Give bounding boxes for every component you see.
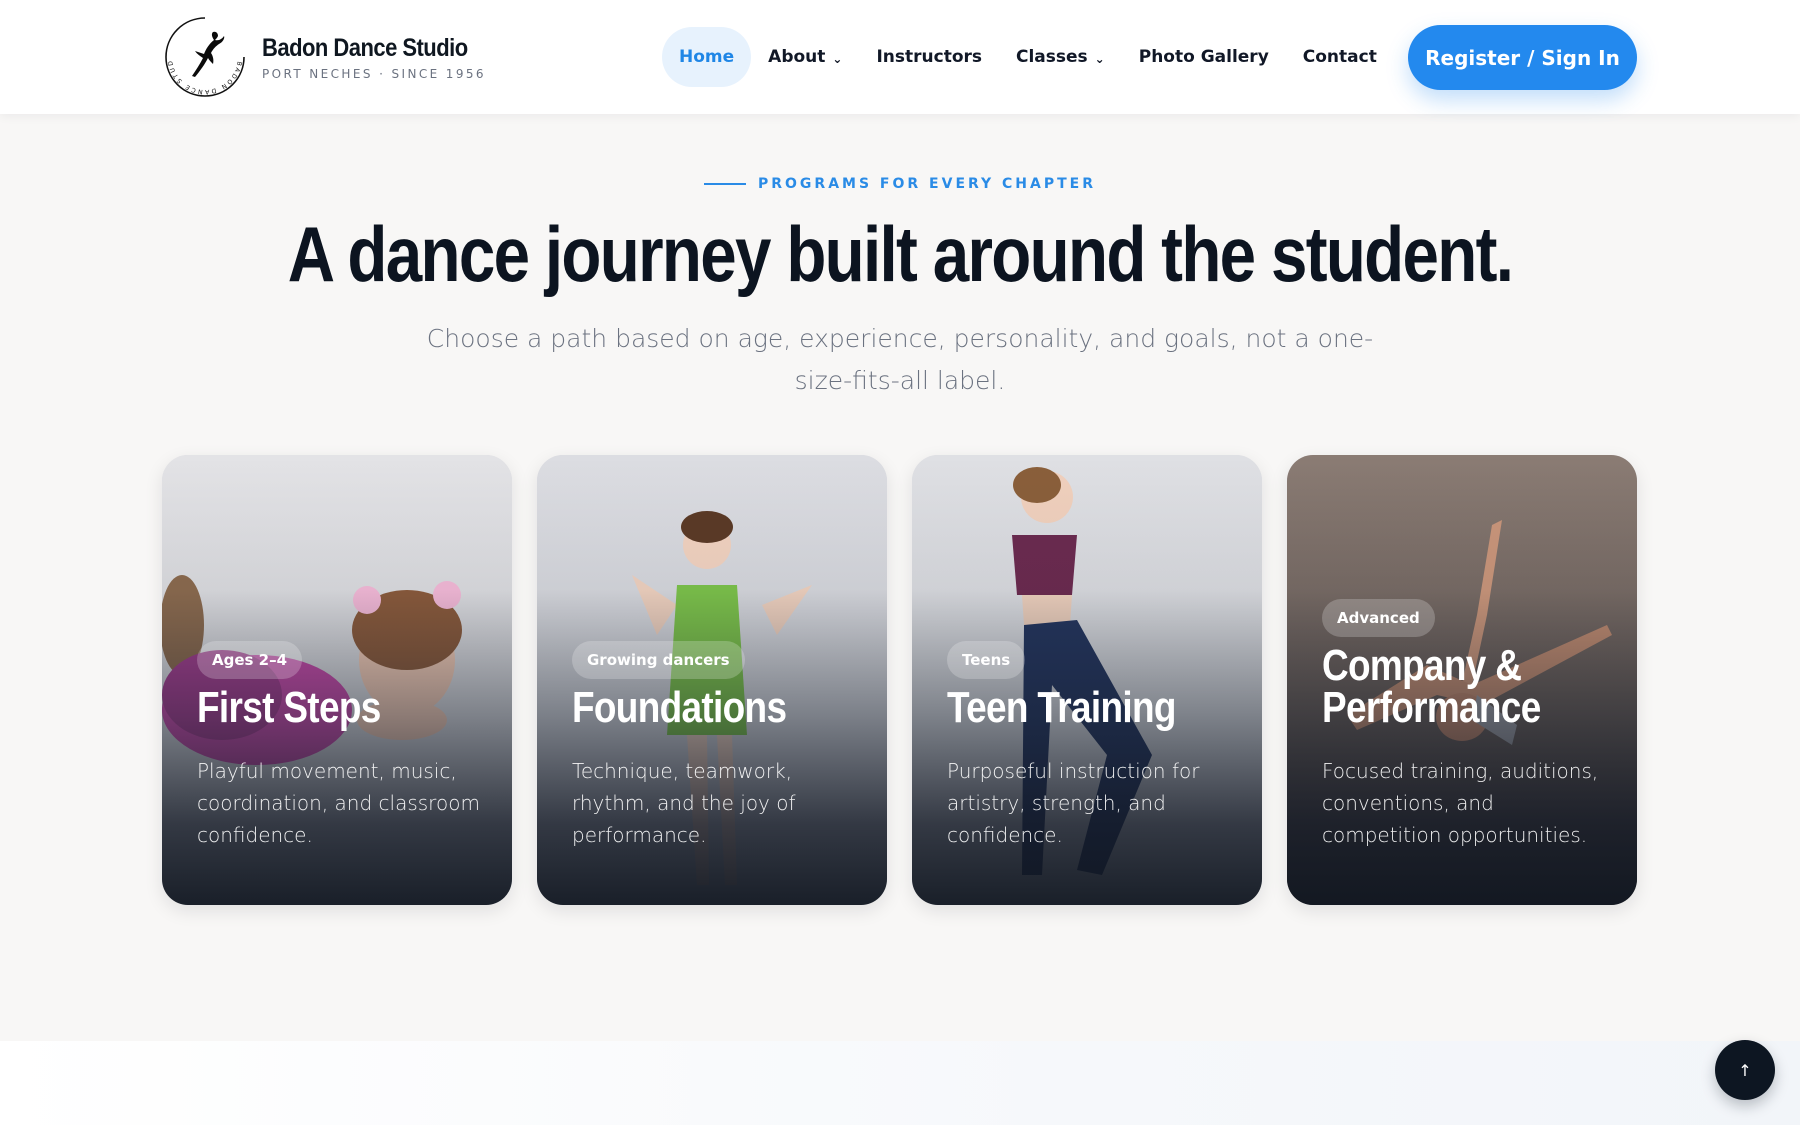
nav-contact-label: Contact: [1302, 47, 1377, 67]
card-body: Growing dancers Foundations Technique, t…: [572, 641, 857, 851]
nav-about-label: About: [768, 47, 826, 67]
section-title: A dance journey built around the student…: [287, 210, 1514, 298]
card-badge: Teens: [947, 641, 1026, 679]
brand-tagline: PORT NECHES · SINCE 1956: [262, 66, 486, 81]
card-title: Company & Performance: [1322, 641, 1561, 732]
nav-home[interactable]: Home: [662, 27, 752, 87]
card-title-line: Foundations: [572, 683, 787, 732]
brand-home-link[interactable]: BADON DANCE STUDIO Badon Dance Studio PO…: [162, 14, 496, 100]
card-body: Ages 2–4 First Steps Playful movement, m…: [197, 641, 482, 851]
chevron-down-icon: ⌄: [1094, 52, 1105, 66]
card-badge: Growing dancers: [572, 641, 745, 679]
card-title: Foundations: [572, 683, 811, 732]
eyebrow-divider: [703, 183, 746, 185]
brand-name: Badon Dance Studio: [262, 33, 468, 62]
site-header: BADON DANCE STUDIO Badon Dance Studio PO…: [0, 0, 1800, 114]
nav-instructors[interactable]: Instructors: [859, 27, 999, 87]
section-eyebrow: PROGRAMS FOR EVERY CHAPTER: [0, 176, 1800, 192]
nav-classes[interactable]: Classes ⌄: [999, 27, 1122, 87]
back-to-top-button[interactable]: ↑: [1715, 1040, 1775, 1100]
card-body: Advanced Company & Performance Focused t…: [1322, 599, 1607, 851]
card-title: Teen Training: [947, 683, 1186, 732]
nav-photo-gallery-label: Photo Gallery: [1138, 47, 1269, 67]
program-card-first-steps[interactable]: Ages 2–4 First Steps Playful movement, m…: [162, 455, 512, 905]
card-description: Focused training, auditions, conventions…: [1322, 759, 1599, 847]
main-nav: Home About ⌄ Instructors Classes ⌄ Photo…: [662, 27, 1394, 87]
program-card-foundations[interactable]: Growing dancers Foundations Technique, t…: [537, 455, 887, 905]
program-card-company-performance[interactable]: Advanced Company & Performance Focused t…: [1287, 455, 1637, 905]
card-description: Purposeful instruction for artistry, str…: [947, 759, 1200, 847]
nav-about[interactable]: About ⌄: [751, 27, 859, 87]
section-subtitle: Choose a path based on age, experience, …: [426, 324, 1374, 395]
card-badge: Ages 2–4: [197, 641, 303, 679]
nav-classes-label: Classes: [1016, 47, 1088, 67]
card-description: Playful movement, music, coordination, a…: [197, 759, 480, 847]
eyebrow-text: PROGRAMS FOR EVERY CHAPTER: [757, 176, 1097, 192]
card-title-line: First Steps: [197, 683, 381, 732]
program-card-teen-training[interactable]: Teens Teen Training Purposeful instructi…: [912, 455, 1262, 905]
register-sign-in-button[interactable]: Register / Sign In: [1408, 25, 1637, 90]
card-title: First Steps: [197, 683, 436, 732]
card-title-line: Company &: [1322, 641, 1522, 690]
card-title-line: Teen Training: [947, 683, 1176, 732]
card-body: Teens Teen Training Purposeful instructi…: [947, 641, 1232, 851]
next-section-band: [0, 1041, 1800, 1125]
card-description: Technique, teamwork, rhythm, and the joy…: [572, 759, 796, 847]
nav-instructors-label: Instructors: [876, 47, 982, 67]
card-badge: Advanced: [1322, 599, 1435, 637]
chevron-down-icon: ⌄: [832, 52, 843, 66]
card-title-line: Performance: [1322, 683, 1541, 732]
nav-contact[interactable]: Contact: [1286, 27, 1394, 87]
dancer-logo-icon: BADON DANCE STUDIO: [162, 14, 245, 97]
nav-home-label: Home: [679, 47, 735, 67]
arrow-up-icon: ↑: [1738, 1060, 1752, 1080]
program-cards: Ages 2–4 First Steps Playful movement, m…: [162, 455, 1637, 905]
nav-photo-gallery[interactable]: Photo Gallery: [1122, 27, 1286, 87]
